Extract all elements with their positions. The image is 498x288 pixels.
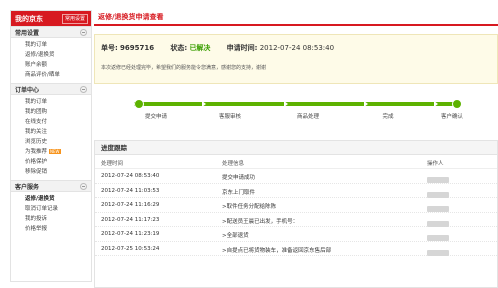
- table-row: 2012-07-24 11:16:29 >取件任务分配给陈陈: [95, 198, 497, 213]
- sidebar-item-orders[interactable]: 我的订单: [25, 97, 91, 107]
- group-title: 客户服务: [15, 183, 40, 191]
- main-content: 返修/退换货申请查看 单号: 9695716 状态: 已解决 申请时间: 201…: [94, 10, 498, 288]
- step-label-process: 商品处理: [296, 114, 320, 120]
- sidebar-item-group-buy[interactable]: 我的团购: [25, 107, 91, 117]
- row-time: 2012-07-25 10:53:24: [101, 245, 160, 252]
- sidebar-item-complaints[interactable]: 我的投诉: [25, 214, 91, 224]
- sidebar-item-service-returns[interactable]: 返修/退换货: [25, 194, 91, 204]
- group-items-orders: 我的订单 我的团购 在线支付 我的关注 浏览历史 为我推荐 NEW 价格保护 移除…: [11, 95, 91, 180]
- sidebar-item-follows[interactable]: 我的关注: [25, 127, 91, 137]
- step-arrow: [364, 101, 368, 107]
- sidebar-item-label: 为我推荐: [25, 149, 48, 155]
- header-operator: 操作人: [427, 161, 444, 167]
- table-row: 2012-07-24 11:03:53 京东上门取件: [95, 184, 497, 198]
- new-badge: NEW: [49, 149, 61, 154]
- row-info: >全部退货: [222, 233, 249, 239]
- row-time: 2012-07-24 11:17:23: [101, 216, 160, 223]
- group-header-orders[interactable]: 订单中心: [11, 83, 91, 95]
- row-info: >取件任务分配给陈陈: [222, 204, 277, 210]
- group-header-service[interactable]: 客户服务: [11, 180, 91, 192]
- order-number: 9695716: [120, 44, 155, 52]
- row-time: 2012-07-24 08:53:40: [101, 173, 160, 179]
- table-row: 2012-07-24 11:17:23 >配送员王晨已出发，手机号：: [95, 213, 497, 227]
- order-number-label: 单号:: [101, 44, 118, 52]
- apply-time: 2012-07-24 08:53:40: [259, 44, 335, 52]
- summary-note: 本次返修已经处理完毕，希望我们的服务能令您满意，感谢您的支持，谢谢: [101, 65, 267, 71]
- header-info: 处理信息: [222, 161, 245, 167]
- group-items-common: 我的订单 返修/退换货 账户余额 商品评价/晒单: [11, 38, 91, 83]
- common-settings-button[interactable]: 常用设置: [61, 13, 88, 24]
- status-value: 已解决: [189, 44, 211, 52]
- sidebar-header: 我的京东 常用设置: [11, 11, 91, 26]
- sidebar-item-my-orders[interactable]: 我的订单: [25, 40, 91, 50]
- collapse-icon[interactable]: [80, 85, 87, 93]
- step-label-confirm: 客户确认: [440, 114, 464, 120]
- collapse-icon[interactable]: [80, 28, 87, 36]
- sidebar-item-online-pay[interactable]: 在线支付: [25, 117, 91, 127]
- step-dot-submit: [134, 99, 144, 109]
- application-summary: 单号: 9695716 状态: 已解决 申请时间: 2012-07-24 08:…: [94, 34, 498, 84]
- group-title: 订单中心: [15, 86, 40, 94]
- tracking-title: 进度跟踪: [95, 141, 497, 155]
- sidebar-item-reviews[interactable]: 商品评价/晒单: [25, 70, 91, 80]
- sidebar-item-cancel-records[interactable]: 取消订单记录: [25, 204, 91, 214]
- sidebar-item-price-report[interactable]: 价格举报: [25, 224, 91, 234]
- sidebar-item-returns[interactable]: 返修/退换货: [25, 50, 91, 60]
- progress-steps: 提交申请 客服审核 商品处理 完成 客户确认: [94, 88, 498, 128]
- sidebar-item-price-protect[interactable]: 价格保护: [25, 157, 91, 167]
- step-label-done: 完成: [382, 114, 394, 120]
- sidebar-item-recommend[interactable]: 为我推荐 NEW: [25, 147, 91, 157]
- progress-bar: [134, 102, 458, 106]
- group-header-common[interactable]: 常用设置: [11, 26, 91, 38]
- sidebar-item-history[interactable]: 浏览历史: [25, 137, 91, 147]
- row-info: >配送员王晨已出发，手机号：: [222, 218, 299, 225]
- step-label-submit: 提交申请: [144, 114, 168, 120]
- my-jd-title[interactable]: 我的京东: [15, 14, 43, 24]
- row-info: 京东上门取件: [222, 189, 256, 196]
- row-time: 2012-07-24 11:03:53: [101, 187, 160, 194]
- table-row: 2012-07-25 10:53:24 >自提点已将货物装车，准备返回京东售后部: [95, 242, 497, 256]
- row-info: 提交申请成功: [222, 175, 256, 181]
- collapse-icon[interactable]: [80, 182, 87, 190]
- step-dot-confirm: [452, 99, 462, 109]
- summary-row: 单号: 9695716 状态: 已解决 申请时间: 2012-07-24 08:…: [101, 43, 334, 53]
- page-title-bar: 返修/退换货申请查看: [94, 10, 498, 26]
- status-label: 状态:: [170, 44, 188, 52]
- step-arrow: [434, 101, 438, 107]
- sidebar-item-promo[interactable]: 移除促销: [25, 167, 91, 177]
- header-time: 处理时间: [101, 161, 124, 167]
- row-time: 2012-07-24 11:16:29: [101, 202, 160, 208]
- step-arrow: [284, 101, 288, 107]
- sidebar-item-balance[interactable]: 账户余额: [25, 60, 91, 70]
- sidebar: 我的京东 常用设置 常用设置 我的订单 返修/退换货 账户余额 商品评价/晒单 …: [10, 10, 92, 282]
- group-items-service: 返修/退换货 取消订单记录 我的投诉 价格举报: [11, 192, 91, 237]
- apply-time-label: 申请时间:: [226, 44, 258, 52]
- tracking-panel: 进度跟踪 处理时间 处理信息 操作人 2012-07-24 08:53:40 提…: [94, 140, 498, 288]
- tracking-header: 处理时间 处理信息 操作人: [95, 155, 497, 169]
- page-title: 返修/退换货申请查看: [98, 13, 164, 21]
- row-time: 2012-07-24 11:23:19: [101, 231, 160, 237]
- table-row: 2012-07-24 11:23:19 >全部退货: [95, 227, 497, 242]
- step-label-review: 客服审核: [218, 114, 242, 120]
- row-info: >自提点已将货物装车，准备返回京东售后部: [222, 247, 332, 254]
- table-row: 2012-07-24 08:53:40 提交申请成功: [95, 169, 497, 184]
- step-arrow: [202, 101, 206, 107]
- group-title: 常用设置: [15, 29, 40, 37]
